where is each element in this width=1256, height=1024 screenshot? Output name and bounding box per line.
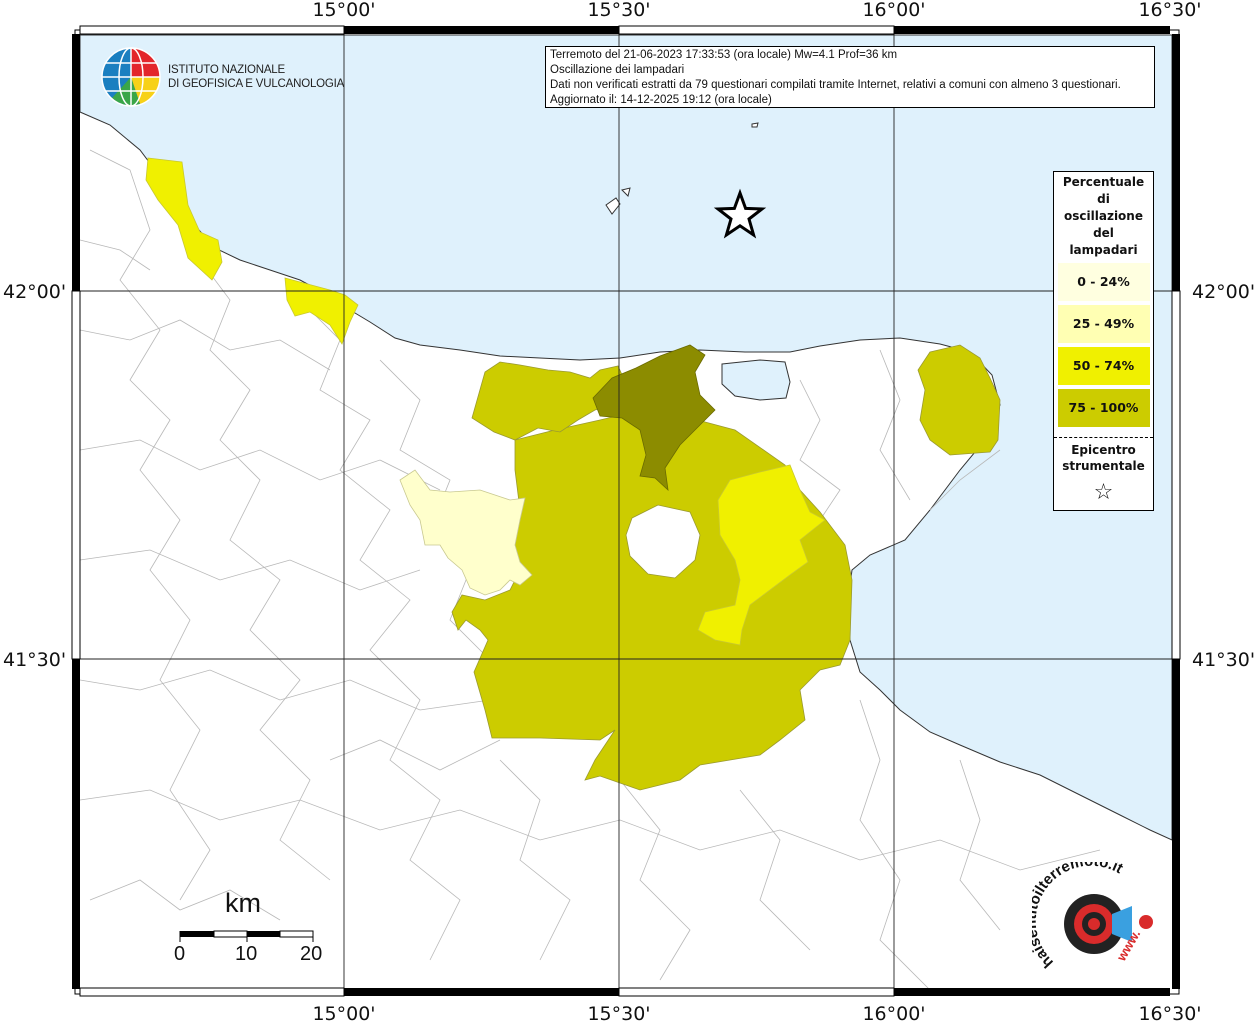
lon-tick-bottom-3: 16°00' [862, 1003, 925, 1024]
legend-title-line: del [1093, 226, 1114, 240]
legend-title: Percentuale di oscillazione del lampadar… [1054, 172, 1153, 259]
legend-title-line: Percentuale [1062, 175, 1145, 189]
legend-divider [1054, 437, 1153, 438]
institute-name-line2: DI GEOFISICA E VULCANOLOGIA [168, 78, 345, 90]
haisentito-logo: haisentitoilterremoto.it www. [1023, 853, 1172, 982]
lon-tick-bottom-1: 15°00' [312, 1003, 375, 1024]
ingv-globe-icon [101, 47, 161, 107]
legend-title-line: di [1097, 192, 1110, 206]
legend-epicenter-label: Epicentro strumentale [1054, 442, 1153, 474]
lon-tick-top-3: 16°00' [862, 0, 925, 21]
legend-class-75-100: 75 - 100% [1057, 389, 1150, 427]
scale-label-0: 0 [174, 943, 186, 965]
lon-tick-bottom-4: 16°30' [1138, 1003, 1201, 1024]
legend-epicenter-line: strumentale [1062, 459, 1145, 473]
event-title: Terremoto del 21-06-2023 17:33:53 (ora l… [550, 49, 898, 61]
legend-star-icon: ☆ [1093, 480, 1114, 505]
island-small [751, 122, 759, 128]
haisentito-target-icon: haisentitoilterremoto.it www. [1023, 853, 1153, 971]
scale-bar: km 0 10 20 [170, 888, 340, 973]
legend-title-line: oscillazione [1064, 209, 1143, 223]
legend-class-25-49: 25 - 49% [1057, 305, 1150, 343]
lat-tick-left-1: 42°00' [3, 281, 66, 303]
lon-tick-top-1: 15°00' [312, 0, 375, 21]
institute-name: ISTITUTO NAZIONALE DI GEOFISICA E VULCAN… [168, 63, 344, 91]
lon-tick-top-4: 16°30' [1138, 0, 1201, 21]
legend-class-0-24: 0 - 24% [1057, 263, 1150, 301]
map-subject: Oscillazione dei lampadari [550, 64, 685, 76]
scale-unit: km [225, 888, 261, 918]
event-info-box: Terremoto del 21-06-2023 17:33:53 (ora l… [545, 46, 1155, 108]
legend-title-line: lampadari [1069, 243, 1138, 257]
lake-lesina [721, 359, 791, 401]
lat-tick-right-2: 41°30' [1192, 649, 1255, 671]
scale-label-20: 20 [300, 943, 323, 965]
legend: Percentuale di oscillazione del lampadar… [1053, 171, 1154, 511]
lat-tick-left-2: 41°30' [3, 649, 66, 671]
scale-label-10: 10 [235, 943, 258, 965]
data-note: Dati non verificati estratti da 79 quest… [550, 79, 1121, 91]
legend-class-50-74: 50 - 74% [1057, 347, 1150, 385]
legend-epicenter-line: Epicentro [1071, 443, 1136, 457]
lon-tick-top-2: 15°30' [587, 0, 650, 21]
updated-timestamp: Aggiornato il: 14-12-2025 19:12 (ora loc… [550, 94, 772, 106]
lon-tick-bottom-2: 15°30' [587, 1003, 650, 1024]
lat-tick-right-1: 42°00' [1192, 281, 1255, 303]
institute-name-line1: ISTITUTO NAZIONALE [168, 64, 285, 76]
